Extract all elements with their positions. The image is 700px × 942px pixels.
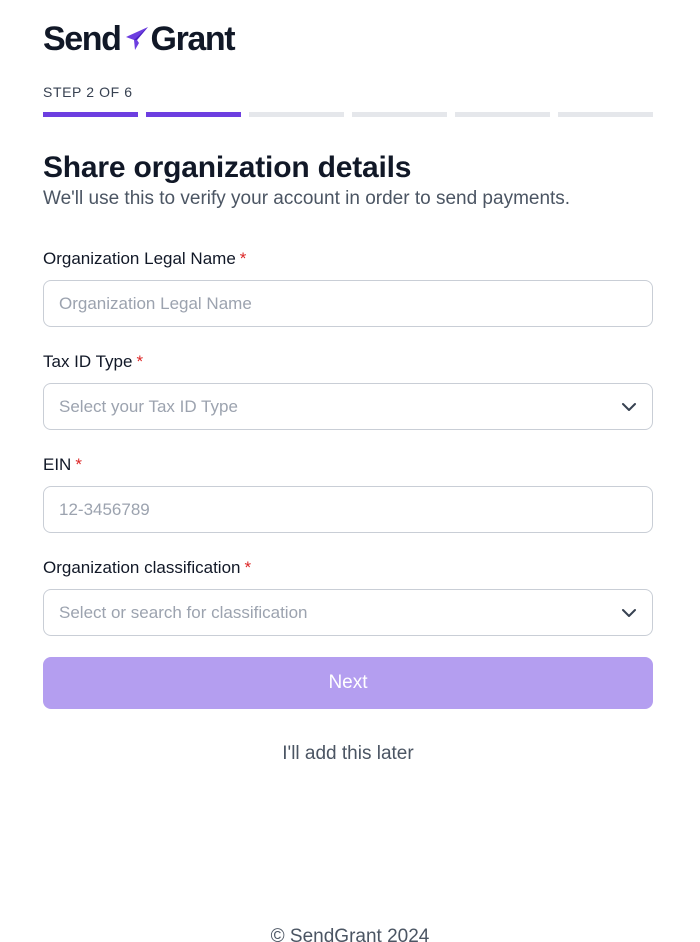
progress-segment-6 [558,112,653,117]
ein-label-text: EIN [43,455,72,474]
org-legal-name-input[interactable]: Organization Legal Name [43,280,653,327]
org-legal-name-placeholder: Organization Legal Name [59,293,252,313]
tax-id-type-select[interactable]: Select your Tax ID Type [43,383,653,430]
add-later-link-text[interactable]: I'll add this later [282,742,413,766]
progress-bar [43,112,653,117]
step-indicator: STEP 2 OF 6 [43,84,133,100]
org-classification-select[interactable]: Select or search for classification [43,589,653,636]
ein-label: EIN * [43,454,653,476]
org-legal-name-field: Organization Legal Name * Organization L… [43,248,653,327]
page-title: Share organization details [43,151,412,184]
tax-id-type-field: Tax ID Type * Select your Tax ID Type [43,351,653,430]
progress-segment-2 [146,112,241,117]
org-classification-field: Organization classification * Select or … [43,557,653,636]
logo-text-grant: Grant [150,20,236,58]
chevron-down-icon [622,608,636,617]
footer-copyright: © SendGrant 2024 [270,926,430,942]
ein-placeholder: 12-3456789 [59,499,150,519]
required-marker: * [244,558,252,577]
org-legal-name-label-text: Organization Legal Name [43,249,236,268]
required-marker: * [75,455,82,474]
required-marker: * [239,249,247,268]
progress-segment-5 [455,112,550,117]
progress-segment-4 [352,112,447,117]
tax-id-type-label-text: Tax ID Type [43,352,133,371]
ein-field: EIN * 12-3456789 [43,454,653,533]
sendgrant-logo: Send Grant [43,22,653,56]
progress-segment-1 [43,112,138,117]
add-later-link: I'll add this later [43,742,653,766]
progress-segment-3 [249,112,344,117]
org-classification-label-text: Organization classification [43,558,241,577]
org-classification-label: Organization classification * [43,557,653,579]
ein-input[interactable]: 12-3456789 [43,486,653,533]
chevron-down-icon [622,402,636,411]
org-legal-name-label: Organization Legal Name * [43,248,653,270]
tax-id-type-placeholder: Select your Tax ID Type [59,396,238,416]
page-subtitle: We'll use this to verify your account in… [43,188,571,209]
tax-id-type-label: Tax ID Type * [43,351,653,373]
required-marker: * [136,352,144,371]
logo-text-send: Send [43,20,122,58]
paper-plane-icon [125,27,148,50]
org-classification-placeholder: Select or search for classification [59,602,308,622]
signup-page: Send Grant STEP 2 OF 6 Share organizatio… [0,22,700,942]
next-button[interactable]: Next [43,657,653,709]
